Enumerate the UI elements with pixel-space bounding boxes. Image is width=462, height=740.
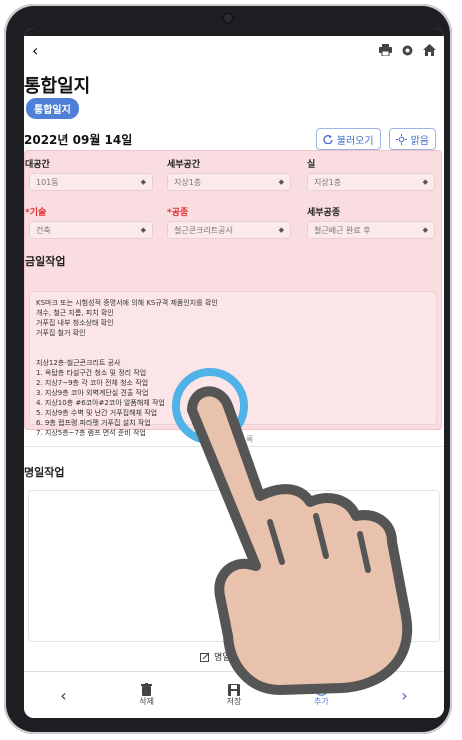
subspace-select[interactable]: 지상1층 ◆ — [167, 173, 291, 191]
field-label-space: 대공간 — [25, 160, 50, 170]
divider — [24, 446, 444, 447]
tablet-frame: ‹ 통합일지 통합일지 2022년 09월 14일 불러오기 맑음 대공간 10… — [4, 4, 452, 734]
space-select-value: 101동 — [36, 177, 59, 187]
subspace-select-value: 지상1층 — [174, 177, 202, 187]
partial-label: 록 — [246, 435, 254, 444]
chevron-icon: ◆ — [278, 178, 284, 186]
sun-icon — [395, 133, 407, 145]
space-select[interactable]: 101동 ◆ — [29, 173, 153, 191]
tech-select-value: 건축 — [36, 225, 51, 235]
text-line: 거푸집 철거 확인 — [36, 329, 86, 337]
today-work-textarea[interactable]: KS마크 또는 시험성적 증명서에 의해 KS규격 제품인지를 확인 개수, 철… — [29, 291, 437, 437]
header: ‹ — [24, 36, 444, 64]
weather-button[interactable]: 맑음 — [388, 128, 436, 150]
today-work-title: 금일작업 — [25, 255, 66, 268]
date-row: 2022년 09월 14일 불러오기 맑음 — [24, 126, 444, 152]
add-button[interactable]: 추가 — [314, 683, 329, 707]
text-line: 개수, 철근 지름, 피치 확인 — [36, 309, 114, 317]
screen: ‹ 통합일지 통합일지 2022년 09월 14일 불러오기 맑음 대공간 10… — [24, 28, 444, 718]
category-chip[interactable]: 통합일지 — [26, 98, 79, 119]
chevron-icon: ◆ — [278, 226, 284, 234]
trade-select[interactable]: 철근콘크리트공사 ◆ — [167, 221, 291, 239]
text-line: 6. 9층 랩프랭 파라펫 거푸집 설치 작업 — [36, 419, 151, 427]
work-form-panel: 대공간 101동 ◆ 세부공간 지상1층 ◆ 실 지상1층 ◆ *기술 건축 ◆ *공종… — [24, 150, 442, 437]
add-label: 추가 — [313, 697, 329, 706]
tomorrow-work-textarea[interactable] — [28, 490, 440, 642]
field-label-room: 실 — [307, 160, 316, 170]
add-tomorrow-work-button[interactable]: 명일작업 — [200, 650, 247, 663]
trade-select-value: 철근콘크리트공사 — [174, 225, 233, 235]
tomorrow-work-title: 명일작업 — [24, 466, 65, 479]
save-icon — [227, 683, 240, 696]
chevron-icon: ◆ — [422, 178, 428, 186]
text-line — [30, 338, 436, 348]
plus-circle-icon — [314, 683, 328, 696]
status-bar — [24, 28, 444, 36]
prev-button[interactable]: ‹ — [60, 686, 66, 705]
text-line: KS마크 또는 시험성적 증명서에 의해 KS규격 제품인지를 확인 — [36, 299, 218, 307]
home-icon[interactable] — [422, 43, 436, 57]
text-line: 3. 지상9층 코아 외벽계단실 견출 작업 — [36, 389, 149, 397]
text-line — [30, 348, 436, 358]
camera-icon — [224, 14, 232, 22]
edit-icon — [200, 652, 210, 662]
text-line: 거푸집 내부 청소상태 확인 — [36, 319, 114, 327]
date-label: 2022년 09월 14일 — [24, 132, 133, 147]
delete-button[interactable]: 삭제 — [139, 683, 154, 707]
gear-icon[interactable] — [400, 43, 414, 57]
field-label-trade: *공종 — [167, 208, 189, 218]
field-label-subtrade: 세부공종 — [307, 208, 341, 218]
chevron-icon: ◆ — [140, 178, 146, 186]
save-button[interactable]: 저장 — [226, 683, 242, 707]
next-button[interactable]: › — [401, 686, 407, 705]
text-line: 1. 옥탑층 타설구간 청소 및 정리 작업 — [36, 369, 147, 377]
recall-button[interactable]: 불러오기 — [315, 128, 381, 150]
bottom-nav: ‹ 삭제 저장 추가 › — [24, 671, 444, 718]
today-work-lines: KS마크 또는 시험성적 증명서에 의해 KS규격 제품인지를 확인 개수, 철… — [30, 292, 436, 438]
text-line: 5. 지상9층 수벽 및 난간 거푸집해체 작업 — [36, 409, 158, 417]
subtrade-select-value: 철근배근 완료 후 — [314, 225, 371, 235]
back-button[interactable]: ‹ — [32, 41, 52, 60]
field-label-subspace: 세부공간 — [167, 160, 201, 170]
trash-icon — [141, 683, 153, 696]
delete-label: 삭제 — [139, 697, 155, 706]
recall-label: 불러오기 — [336, 135, 374, 147]
room-select-value: 지상1층 — [314, 177, 342, 187]
room-select[interactable]: 지상1층 ◆ — [307, 173, 435, 191]
add-tomorrow-label: 명일작업 — [214, 653, 248, 663]
text-line: 4. 지상10층 #6코아#2코아 알폼해체 작업 — [36, 399, 165, 407]
weather-label: 맑음 — [410, 135, 429, 147]
text-line: 7. 지상5층~7층 램프 면석 준비 작업 — [36, 429, 146, 437]
chevron-icon: ◆ — [140, 226, 146, 234]
refresh-icon — [323, 135, 333, 144]
chevron-icon: ◆ — [422, 226, 428, 234]
subtrade-select[interactable]: 철근배근 완료 후 ◆ — [307, 221, 435, 239]
field-label-tech: *기술 — [25, 208, 47, 218]
text-line: 지상12층-철근콘크리트 공사 — [36, 359, 121, 367]
page-title: 통합일지 — [24, 76, 91, 97]
printer-icon[interactable] — [378, 43, 392, 57]
text-line: 2. 지상7~9층 각 코아 전체 청소 작업 — [36, 379, 149, 387]
tech-select[interactable]: 건축 ◆ — [29, 221, 153, 239]
save-label: 저장 — [226, 696, 242, 706]
